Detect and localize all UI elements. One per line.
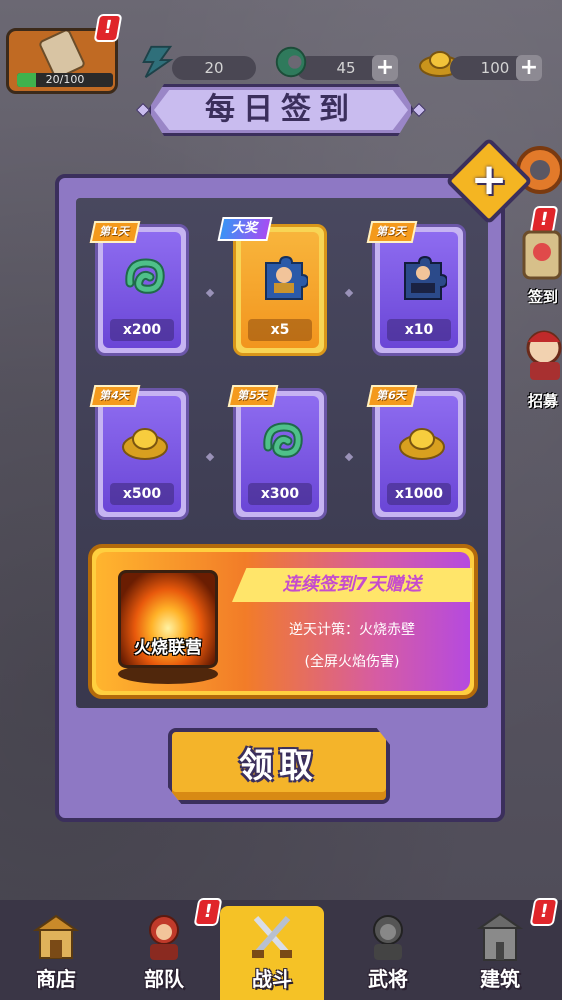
day-tag: 第5天 [227, 385, 278, 407]
recruit-hero-icon[interactable] [512, 324, 562, 384]
lightning-icon [142, 45, 174, 78]
reward-amount: x1000 [387, 483, 451, 505]
jade-value-text: 45 [336, 59, 356, 77]
level-progress-text: 20/100 [45, 73, 85, 86]
nav-shop[interactable]: 商店 [4, 906, 108, 1000]
add-gold-button[interactable]: + [516, 55, 542, 81]
signin-side-label[interactable]: 签到 [528, 286, 558, 307]
signin-side-icon[interactable] [512, 226, 562, 286]
nav-label: 商店 [36, 967, 76, 991]
gold-value-text: 100 [480, 59, 510, 77]
skill-name: 火烧联营 [134, 638, 202, 658]
shop-icon [32, 914, 80, 959]
troops-icon [149, 915, 179, 960]
troops-alert-badge-icon: ! [193, 898, 223, 926]
gold-ingot-icon [399, 428, 445, 460]
gold-ingot-icon [122, 428, 168, 460]
reward-card-day5[interactable]: x300 第5天 [227, 385, 327, 520]
day-tag: 第6天 [366, 385, 417, 407]
reward-amount: x5 [248, 319, 312, 341]
puzzle-piece-hero-icon [265, 255, 308, 300]
buildings-alert-badge-icon: ! [529, 898, 559, 926]
reward-card-day6[interactable]: x1000 第6天 [366, 385, 466, 520]
jade-dragon-icon [263, 422, 303, 458]
reward-amount: x500 [110, 483, 174, 505]
nav-label: 部队 [144, 967, 184, 991]
alert-badge-icon: ! [93, 14, 123, 42]
plus-icon[interactable]: + [458, 148, 520, 210]
reward-card-grand-prize[interactable]: x5 大奖 [217, 217, 327, 356]
bonus-description: 逆天计策：火烧赤壁 [289, 622, 415, 638]
page-title: 每日签到 [205, 92, 357, 127]
reward-amount: x300 [248, 483, 312, 505]
day-tag: 第1天 [89, 221, 140, 243]
stamina-value: 20 [172, 56, 256, 80]
bonus-effect-note: (全屏火焰伤害) [304, 654, 400, 670]
general-icon [373, 915, 403, 960]
nav-generals[interactable]: 武将 [336, 906, 440, 1000]
bonus-title: 连续签到7天赠送 [282, 574, 422, 595]
nav-label: 战斗 [252, 967, 292, 991]
nav-label: 武将 [368, 967, 408, 991]
day-tag: 第4天 [89, 385, 140, 407]
claim-button-label[interactable]: 领取 [168, 728, 390, 804]
reward-amount: x10 [387, 319, 451, 341]
nav-battle[interactable]: 战斗 [220, 906, 324, 1000]
recruit-side-label[interactable]: 招募 [528, 390, 558, 411]
level-progress-fill [17, 73, 37, 87]
jade-icon [275, 46, 307, 78]
nav-label: 建筑 [480, 967, 520, 991]
jade-dragon-icon [125, 258, 165, 294]
add-jade-button[interactable]: + [372, 55, 398, 81]
grand-prize-tag: 大奖 [217, 217, 273, 241]
day-tag: 第3天 [366, 221, 417, 243]
battle-swords-icon [252, 916, 292, 958]
reward-card-day4[interactable]: x500 第4天 [89, 385, 189, 520]
reward-card-day1[interactable]: x200 第1天 [89, 221, 189, 356]
reward-amount: x200 [110, 319, 174, 341]
level-progress-bar: 20/100 [17, 73, 113, 87]
reward-card-day3[interactable]: x10 第3天 [366, 221, 466, 356]
building-icon [476, 912, 524, 961]
puzzle-piece-blue-icon [404, 255, 447, 300]
